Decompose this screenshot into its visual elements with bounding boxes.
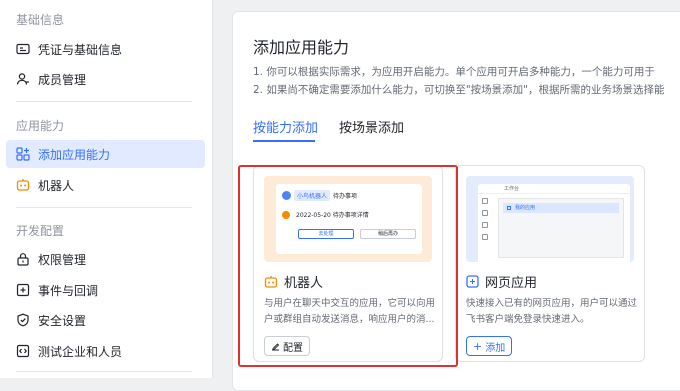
- button-label: 添加: [485, 342, 506, 354]
- sidebar-item-security[interactable]: 安全设置: [6, 306, 205, 334]
- card-title: 网页应用: [466, 272, 537, 291]
- browser-icon: [466, 275, 479, 288]
- tab-by-ability[interactable]: 按能力添加: [253, 117, 318, 136]
- sidebar-item-credentials[interactable]: 凭证与基础信息: [6, 35, 205, 63]
- highlight-box: [238, 165, 458, 367]
- lock-icon: [16, 252, 30, 266]
- page-title: 添加应用能力: [253, 38, 350, 57]
- sidebar-item-test-users[interactable]: 测试企业和人员: [6, 337, 205, 365]
- web-app-ability-card[interactable]: 工作台 我的应用 网页应用 快速接入已有的网页应用，用户可以通过飞书客户端免登录…: [455, 165, 645, 362]
- event-plus-icon: [16, 283, 30, 297]
- sidebar-item-label: 测试企业和人员: [38, 344, 123, 359]
- plus-icon: +: [473, 339, 483, 353]
- sidebar-item-permissions[interactable]: 权限管理: [6, 245, 205, 273]
- preview-sidebar: [482, 198, 492, 258]
- sidebar-item-label: 权限管理: [38, 252, 87, 267]
- card-description: 快速接入已有的网页应用，用户可以通过飞书客户端免登录快速进入。: [466, 298, 638, 325]
- sidebar-item-bot[interactable]: 机器人: [6, 171, 205, 199]
- sidebar-item-add-ability[interactable]: 添加应用能力: [6, 140, 205, 168]
- description-line-2: 2. 如果尚不确定需要添加什么能力，可切换至"按场景添加"，根据所需的业务场景选…: [253, 84, 665, 96]
- shield-icon: [16, 313, 30, 327]
- group-app-ability: 应用能力: [16, 119, 65, 133]
- preview-app-bar: 工作台: [478, 184, 630, 194]
- user-icon: [16, 72, 30, 86]
- sidebar-item-label: 事件与回调: [38, 283, 99, 298]
- group-basic-info: 基础信息: [16, 13, 65, 27]
- id-card-icon: [16, 42, 30, 56]
- sidebar-item-label: 凭证与基础信息: [38, 42, 123, 57]
- divider: [16, 207, 192, 208]
- apps-add-icon: [16, 147, 30, 161]
- add-button[interactable]: + 添加: [466, 336, 513, 356]
- description-line-1: 1. 你可以根据实际需求，为应用开启能力。单个应用可开启多种能力，一个能力可用于: [253, 66, 655, 78]
- group-dev-config: 开发配置: [16, 224, 65, 238]
- sidebar-item-label: 机器人: [38, 178, 75, 193]
- sidebar-item-members[interactable]: 成员管理: [6, 65, 205, 93]
- preview-item-label: 我的应用: [515, 205, 536, 211]
- divider: [16, 101, 192, 102]
- sidebar: 基础信息 凭证与基础信息 成员管理 应用能力 添加应用能力 机器人 开发配置 权…: [0, 0, 213, 378]
- tab-by-scene[interactable]: 按场景添加: [339, 117, 404, 136]
- sidebar-item-label: 成员管理: [38, 72, 87, 87]
- active-tab-indicator: [253, 140, 315, 142]
- robot-icon: [16, 178, 30, 192]
- card-title-text: 网页应用: [485, 276, 538, 291]
- code-icon: [16, 344, 30, 358]
- divider: [16, 371, 192, 372]
- web-app-preview-image: 工作台 我的应用: [466, 176, 634, 262]
- sidebar-item-label: 添加应用能力: [38, 147, 111, 162]
- sidebar-item-events[interactable]: 事件与回调: [6, 276, 205, 304]
- sidebar-item-label: 安全设置: [38, 313, 87, 328]
- preview-item: 我的应用: [503, 203, 619, 213]
